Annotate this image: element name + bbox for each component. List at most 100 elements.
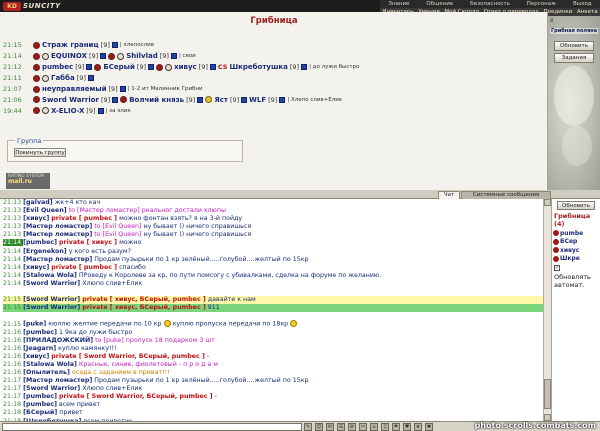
toolbar-icon[interactable]: ★ [414,423,422,431]
room-member[interactable]: Шкре [553,255,600,264]
player-info-icon[interactable] [100,53,107,60]
chat-author[interactable]: [Мастер ломастер] [23,231,92,238]
player-nick[interactable]: WLF [249,96,266,104]
chat-author[interactable]: [puke] [23,321,46,328]
chat-time[interactable]: 21:13 [3,207,23,214]
player-info-icon[interactable] [209,64,216,71]
chat-to-recipient[interactable]: to [puke] [95,337,124,344]
leave-group-button[interactable]: Покинуть группу [14,148,66,157]
chat-time[interactable]: 21:14 [3,248,23,255]
map-tasks-button[interactable]: Задания [554,53,594,63]
chat-private-recipients[interactable]: private [ хивус ] [59,239,117,246]
tab-system-messages[interactable]: Системные сообщения [461,191,551,199]
player-nick[interactable]: БСерый [103,63,134,71]
chat-time[interactable]: 21:17 [3,385,23,392]
location-map[interactable]: x Грибная поляна Обновить Задания [548,16,600,190]
chat-to-recipient[interactable]: to [Мастер ломастер] [69,207,140,214]
player-info-icon[interactable] [197,96,204,103]
chat-private-recipients[interactable]: private [ pumbec ] [51,264,117,271]
chat-time[interactable]: 21:16 [3,353,23,360]
chat-time[interactable]: 21:15 [3,304,23,311]
chat-time[interactable]: 21:13 [3,215,23,222]
player-info-icon[interactable] [241,96,248,103]
chat-author[interactable]: [pumbec] [23,239,57,246]
chat-author[interactable]: [хивус] [23,215,49,222]
room-member[interactable]: хивус [553,246,600,255]
player-nick[interactable]: Яст [214,96,228,104]
chat-author[interactable]: [pumbec] [23,329,57,336]
map-close-icon[interactable]: x [550,17,554,24]
toolbar-icon[interactable]: ✉ [326,423,334,431]
chat-to-recipient[interactable]: to [Evil Queen] [94,231,141,238]
chat-log[interactable]: 21:13 [galvad] жк+4 кто кач 21:13 [Evil Que… [0,199,543,421]
scroll-thumb[interactable] [544,379,551,409]
chat-time[interactable]: 21:14 [3,264,23,271]
player-nick[interactable]: Страж границ [42,41,99,49]
chat-time[interactable]: 21:16 [3,345,23,352]
player-nick[interactable]: хивус [174,63,197,71]
chat-time[interactable]: 21:16 [3,337,23,344]
chat-author[interactable]: [хивус] [23,264,49,271]
player-info-icon[interactable] [86,64,93,71]
player-nick[interactable]: Sword Warrior [42,96,99,104]
chat-author[interactable]: [хивус] [23,353,49,360]
chat-time[interactable]: 21:14 [3,239,24,247]
chat-time[interactable]: 21:15 [3,321,23,328]
chat-author[interactable]: [pumbec] [23,393,57,400]
chat-private-recipients[interactable]: private [ хивус, БСерый, pumbec ] [82,296,206,303]
chat-private-recipients[interactable]: private [ Sword Warrior, БСерый, pumbec … [51,353,205,360]
chat-private-recipients[interactable]: private [ pumbec ] [51,215,117,222]
chat-time[interactable]: 21:17 [3,393,23,400]
player-nick[interactable]: Shilvlad [126,52,158,60]
chat-time[interactable]: 21:13 [3,231,23,238]
player-info-icon[interactable] [301,64,308,71]
chat-time[interactable]: 21:14 [3,256,23,263]
chat-author[interactable]: [БСерый] [23,409,57,416]
room-member-nick[interactable]: хивус [560,247,579,254]
toolbar-icon[interactable]: ✱ [425,423,433,431]
tab-chat[interactable]: Чат [438,191,460,199]
chat-author[interactable]: [Ergenekon] [23,248,67,255]
chat-author[interactable]: [Stalowa Wola] [23,361,77,368]
chat-time[interactable]: 21:16 [3,361,23,368]
scroll-down-icon[interactable] [544,414,551,421]
chat-author[interactable]: [galvad] [23,199,53,206]
toolbar-icon[interactable]: ⌂ [370,423,378,431]
player-info-icon[interactable] [111,42,118,49]
logo[interactable]: KD SUNCITY [0,0,62,12]
chat-author[interactable]: [Jeagarn] [23,345,56,352]
player-nick[interactable]: Габба [51,74,75,82]
chat-time[interactable]: 21:14 [3,272,23,279]
chat-time[interactable]: 21:13 [3,223,23,230]
player-info-icon[interactable] [148,64,155,71]
chat-time[interactable]: 21:15 [3,296,23,303]
auto-refresh-checkbox[interactable]: ✓ [554,265,560,271]
rating-counter[interactable]: RATING SYSTEM mail.ru [6,173,50,189]
chat-author[interactable]: [Sword Warrior] [23,280,80,287]
toolbar-icon[interactable]: ♫ [381,423,389,431]
player-info-icon[interactable] [97,107,104,114]
chat-author[interactable]: [Sword Warrior] [23,296,80,303]
player-info-icon[interactable] [119,86,126,92]
chat-author[interactable]: [Опылитель] [23,369,70,376]
top-menu-item[interactable]: Безопасность [470,0,510,8]
map-refresh-button[interactable]: Обновить [554,41,594,51]
chat-time[interactable]: 21:16 [3,329,23,336]
chat-scrollbar[interactable] [543,199,551,421]
toolbar-icon[interactable]: ☰ [337,423,345,431]
toolbar-icon[interactable]: ⚑ [392,423,400,431]
chat-author[interactable]: [Sword Warrior] [23,304,80,311]
chat-author[interactable]: [ПРИЛАДОЖСКИЙ] [23,337,93,344]
chat-author[interactable]: [Мастер ломастер] [23,377,92,384]
chat-time[interactable]: 21:18 [3,401,23,408]
toolbar-icon[interactable]: ✂ [359,423,367,431]
chat-to-recipient[interactable]: to [Evil Queen] [94,223,141,230]
player-nick[interactable]: Шкреботушка [229,63,287,71]
room-member-nick[interactable]: Шкре [560,255,580,262]
player-info-icon[interactable] [87,75,94,82]
room-member[interactable]: БСер [553,238,600,247]
player-info-icon[interactable] [279,96,286,103]
scroll-up-icon[interactable] [544,199,551,206]
room-member-nick[interactable]: БСер [560,238,577,245]
chat-private-recipients[interactable]: private [ хивус, БСерый, pumbec ] [82,304,206,311]
